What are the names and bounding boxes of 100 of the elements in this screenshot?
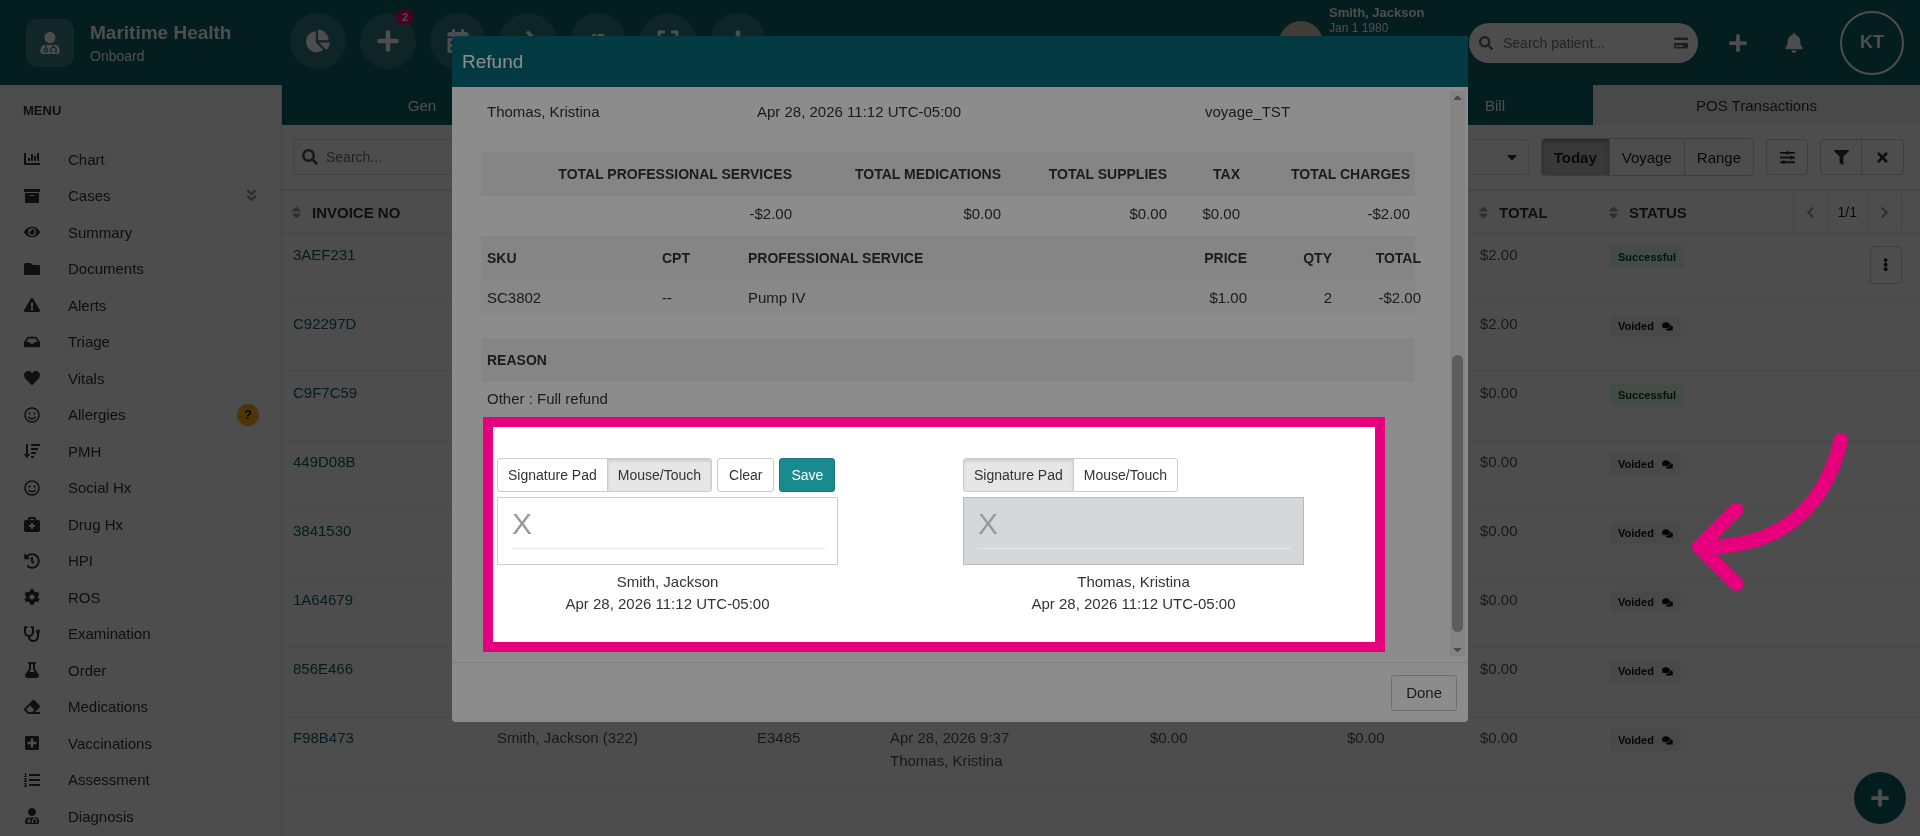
status-badge: Voided (1610, 522, 1681, 544)
double-chevron-icon (244, 188, 259, 204)
sidebar-item[interactable]: Triage (0, 323, 281, 360)
sidebar-item[interactable]: Order (0, 652, 281, 689)
done-button[interactable]: Done (1391, 674, 1457, 711)
signer-name: Thomas, Kristina (1077, 573, 1190, 590)
filter-button[interactable] (1820, 139, 1862, 175)
column-header: TOTAL SUPPLIES (1047, 166, 1167, 182)
column-header[interactable]: INVOICE NO (312, 203, 401, 221)
row-menu-button[interactable] (1870, 246, 1902, 284)
sidebar-label: Examination (68, 625, 152, 643)
column-header[interactable]: STATUS (1629, 203, 1687, 221)
comments-icon (1661, 458, 1673, 470)
sidebar-label: Cases (68, 187, 112, 205)
info-text: Apr 28, 2026 11:12 UTC-05:00 (757, 102, 963, 120)
status-badge: Voided (1610, 660, 1681, 682)
sidebar-item[interactable]: Medications (0, 688, 281, 725)
heart-icon (24, 370, 40, 387)
sidebar-item[interactable]: Alerts (0, 287, 281, 324)
status-badge: Successful (1610, 246, 1685, 268)
close-icon (1875, 149, 1890, 165)
sidebar-label: Drug Hx (68, 515, 124, 533)
sidebar-item[interactable]: Assessment (0, 761, 281, 798)
table-cell-text: Pump IV (748, 289, 807, 306)
sidebar-item[interactable]: Drug Hx (0, 506, 281, 543)
sort-icon[interactable] (289, 204, 304, 220)
reason-text: Other : Full refund (486, 390, 609, 407)
sidebar-item[interactable]: Chart (0, 141, 281, 178)
signature-date: Apr 28, 2026 11:12 UTC-05:00 (565, 595, 770, 612)
table-cell-text: $0.00 (962, 204, 1001, 222)
mode-button[interactable]: Mouse/Touch (606, 458, 712, 492)
sidebar-item[interactable]: PMH (0, 433, 281, 470)
column-header: QTY (1302, 250, 1332, 266)
sidebar-item[interactable]: Vitals (0, 360, 281, 397)
close-button[interactable] (1862, 139, 1904, 175)
sidebar-item[interactable]: Examination (0, 615, 281, 652)
column-header: TOTAL CHARGES (1290, 166, 1410, 182)
sidebar-label: HPI (68, 552, 94, 570)
mode-button[interactable]: Signature Pad (497, 458, 608, 492)
brand-name: Maritime Health (90, 21, 233, 44)
medical-bag-icon (24, 516, 40, 533)
sidebar-item[interactable]: ROS (0, 579, 281, 616)
sidebar-item[interactable]: HPI (0, 542, 281, 579)
signature-pad[interactable]: X (497, 497, 838, 565)
menu-title: MENU (22, 102, 63, 120)
sidebar-item[interactable]: Cases (0, 177, 281, 214)
sidebar-item[interactable]: Allergies ? (0, 396, 281, 433)
sort-icon[interactable] (1606, 204, 1621, 220)
sort-icon[interactable] (1476, 204, 1491, 220)
doctor-icon (24, 808, 40, 825)
scrollbar[interactable] (1450, 91, 1465, 656)
sidebar-label: Documents (68, 260, 145, 278)
sidebar-item[interactable]: Vaccinations (0, 725, 281, 762)
patient-name: Smith, Jackson (1329, 5, 1426, 20)
sidebar-label: Diagnosis (68, 807, 135, 825)
sidebar-item[interactable]: Social Hx (0, 469, 281, 506)
signature-x-mark: X (978, 506, 998, 542)
range-button[interactable]: Voyage (1609, 139, 1685, 175)
table-cell-text: 2 (1322, 289, 1332, 306)
sidebar-label: Social Hx (68, 479, 133, 497)
numbered-list-icon (24, 771, 40, 788)
dialog-title: Refund (452, 36, 1468, 87)
signer-name: Smith, Jackson (616, 573, 719, 590)
folder-icon (24, 260, 40, 277)
sidebar-item[interactable]: Diagnosis (0, 798, 281, 835)
comments-icon (1661, 320, 1673, 332)
sidebar-label: Vaccinations (68, 734, 153, 752)
signature-date: Apr 28, 2026 11:12 UTC-05:00 (1031, 595, 1236, 612)
tab[interactable]: POS Transactions (1593, 85, 1920, 125)
sidebar-item[interactable]: Documents (0, 250, 281, 287)
brand-subtitle: Onboard (90, 47, 146, 64)
bell-icon (1784, 32, 1804, 53)
smiley-icon (24, 406, 40, 423)
sidebar-label: Summary (68, 223, 134, 241)
sidebar-label: Chart (68, 150, 106, 168)
history-icon (24, 552, 40, 569)
smiley-icon (24, 479, 40, 496)
column-header: TOTAL MEDICATIONS (854, 166, 1001, 182)
user-avatar[interactable]: KT (1840, 10, 1904, 75)
clear-button[interactable]: Clear (717, 458, 775, 492)
page-indicator: 1/1 (1827, 194, 1868, 230)
eraser-icon (24, 698, 40, 715)
status-badge: Voided (1610, 453, 1681, 475)
count-badge: 2 (395, 9, 414, 25)
table-cell-text: SC3802 (487, 289, 543, 306)
sidebar-item[interactable]: Summary (0, 214, 281, 251)
save-button[interactable]: Save (779, 458, 836, 492)
section-heading: REASON (487, 352, 547, 368)
sidebar-label: Alerts (68, 296, 108, 314)
settings-button[interactable] (1766, 139, 1808, 175)
column-header: CPT (662, 250, 691, 266)
column-header: TOTAL PROFESSIONAL SERVICES (557, 166, 792, 182)
archive-icon (24, 187, 40, 204)
status-badge: Voided (1610, 729, 1681, 751)
table-cell-text: -$2.00 (1377, 289, 1421, 306)
column-header[interactable]: TOTAL (1499, 203, 1548, 221)
table-cell-text: $1.00 (1208, 289, 1247, 306)
invoice-link[interactable]: F98B473 (293, 729, 497, 746)
table-cell-text: -- (662, 289, 673, 306)
comments-icon (1661, 596, 1673, 608)
